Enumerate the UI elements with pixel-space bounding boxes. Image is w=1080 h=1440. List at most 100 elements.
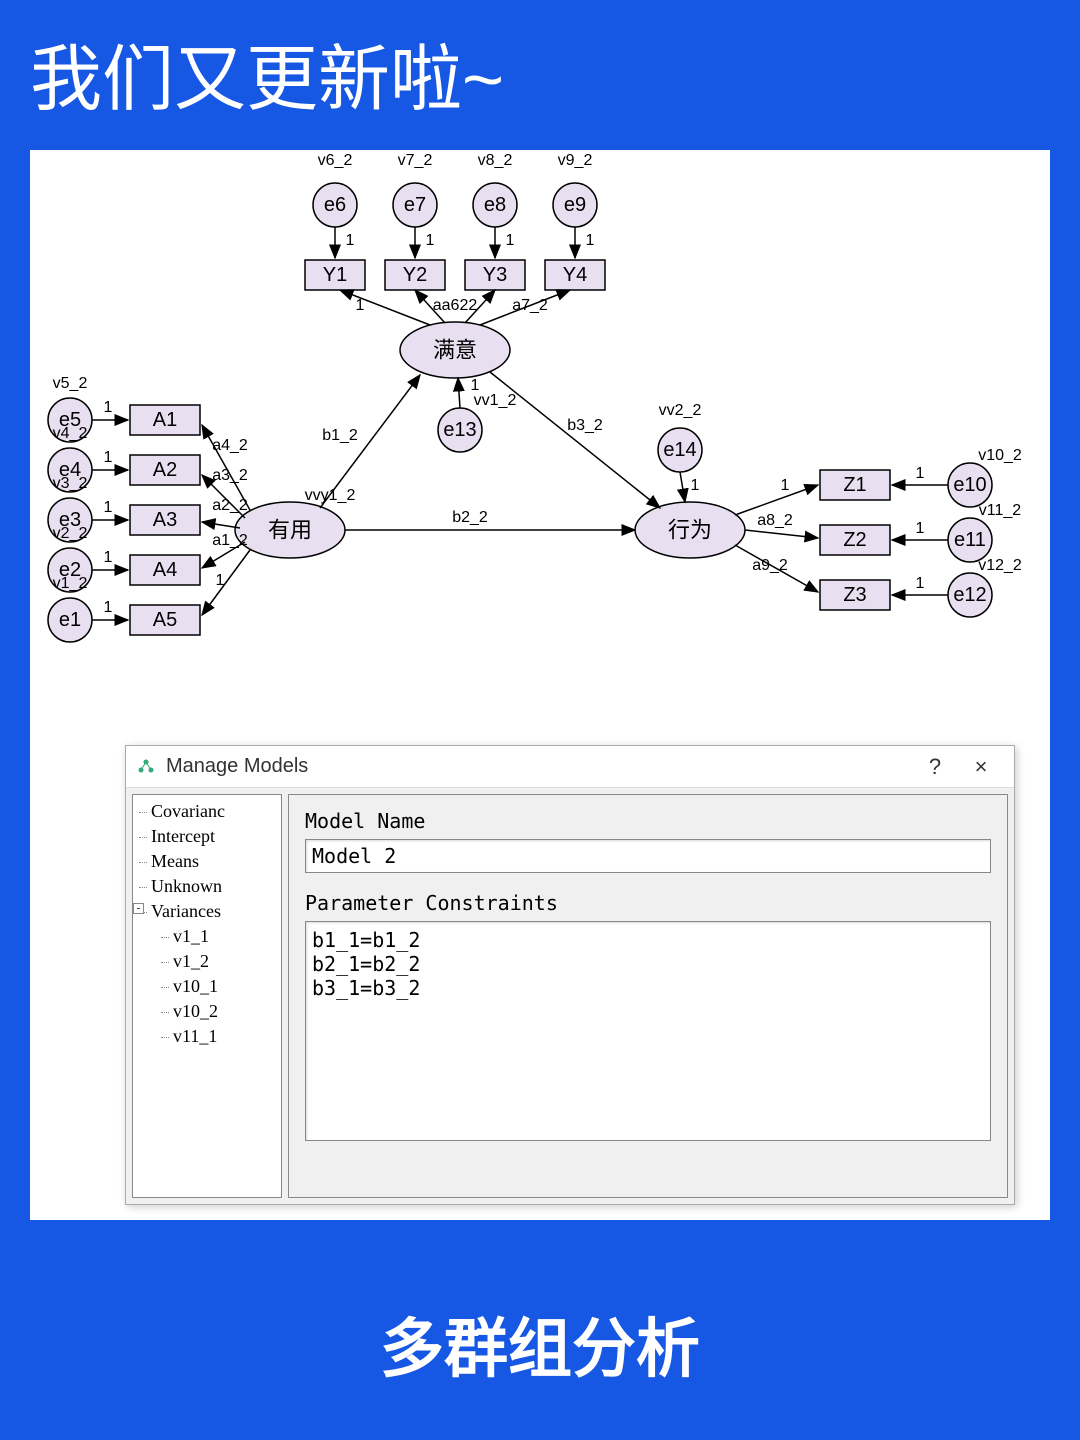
- svg-text:A2: A2: [153, 459, 177, 481]
- observed-A3[interactable]: A3: [130, 505, 200, 535]
- sem-diagram: e6 v6_2 e7 v7_2 e8 v8_2 e9 v9_2 1: [30, 150, 1050, 730]
- error-e12[interactable]: e12v12_2: [948, 557, 1022, 617]
- svg-text:1: 1: [916, 520, 925, 537]
- svg-text:v2_2: v2_2: [53, 525, 88, 542]
- svg-text:Z2: Z2: [843, 529, 866, 551]
- svg-text:a9_2: a9_2: [752, 557, 788, 574]
- page-header: 我们又更新啦~: [0, 0, 1080, 150]
- observed-Z1[interactable]: Z1: [820, 470, 890, 500]
- svg-text:a4_2: a4_2: [212, 437, 248, 454]
- svg-text:v10_2: v10_2: [978, 447, 1022, 464]
- svg-text:1: 1: [691, 477, 700, 494]
- tree-item[interactable]: Intercept: [133, 824, 281, 849]
- svg-text:vv2_2: vv2_2: [659, 402, 702, 419]
- svg-text:v8_2: v8_2: [478, 152, 513, 169]
- collapse-icon[interactable]: -: [133, 903, 144, 914]
- close-button[interactable]: ×: [958, 746, 1004, 788]
- tree-item[interactable]: v11_1: [133, 1024, 281, 1049]
- observed-A4[interactable]: A4: [130, 555, 200, 585]
- svg-text:1: 1: [471, 377, 480, 394]
- error-e9[interactable]: e9 v9_2: [553, 152, 597, 227]
- svg-text:Y1: Y1: [323, 264, 347, 286]
- svg-text:v7_2: v7_2: [398, 152, 433, 169]
- observed-A1[interactable]: A1: [130, 405, 200, 435]
- svg-text:1: 1: [104, 399, 113, 416]
- error-e7[interactable]: e7 v7_2: [393, 152, 437, 227]
- svg-text:a1_2: a1_2: [212, 532, 248, 549]
- tree-item[interactable]: v1_2: [133, 949, 281, 974]
- svg-text:Z3: Z3: [843, 584, 866, 606]
- help-button[interactable]: ?: [912, 746, 958, 788]
- svg-text:Y3: Y3: [483, 264, 507, 286]
- tree-item[interactable]: v1_1: [133, 924, 281, 949]
- svg-text:b3_2: b3_2: [567, 417, 603, 434]
- model-form: Model Name Parameter Constraints: [288, 794, 1008, 1198]
- svg-text:1: 1: [104, 549, 113, 566]
- observed-Y3[interactable]: Y3: [465, 260, 525, 290]
- svg-text:e11: e11: [954, 529, 986, 551]
- svg-text:1: 1: [916, 575, 925, 592]
- svg-text:v6_2: v6_2: [318, 152, 353, 169]
- error-e10[interactable]: e10 v10_2: [948, 447, 1022, 507]
- page-footer: 多群组分析: [140, 1273, 940, 1415]
- error-e11[interactable]: e11 v11_2: [948, 502, 1021, 562]
- svg-text:A4: A4: [153, 559, 177, 581]
- model-tree[interactable]: Covarianc Intercept Means Unknown -Varia…: [132, 794, 282, 1198]
- dialog-title: Manage Models: [166, 755, 308, 778]
- header-title: 我们又更新啦~: [30, 40, 504, 120]
- svg-text:e10: e10: [953, 474, 986, 496]
- svg-text:Z1: Z1: [843, 474, 866, 496]
- error-e6[interactable]: e6 v6_2: [313, 152, 357, 227]
- observed-A2[interactable]: A2: [130, 455, 200, 485]
- svg-text:Y2: Y2: [403, 264, 427, 286]
- svg-text:1: 1: [916, 465, 925, 482]
- svg-text:1: 1: [586, 232, 595, 249]
- observed-Z2[interactable]: Z2: [820, 525, 890, 555]
- svg-text:v5_2: v5_2: [53, 375, 88, 392]
- svg-text:有用: 有用: [268, 518, 312, 543]
- tree-item-variances[interactable]: -Variances: [133, 899, 281, 924]
- latent-useful[interactable]: 有用 vvy1_2: [235, 487, 355, 558]
- observed-Z3[interactable]: Z3: [820, 580, 890, 610]
- svg-text:vv1_2: vv1_2: [474, 392, 517, 409]
- latent-satisfy[interactable]: 满意: [400, 322, 510, 378]
- tree-item[interactable]: v10_2: [133, 999, 281, 1024]
- error-e1[interactable]: e1v1_2: [48, 575, 92, 642]
- model-name-input[interactable]: [305, 839, 991, 873]
- svg-text:1: 1: [104, 449, 113, 466]
- observed-Y2[interactable]: Y2: [385, 260, 445, 290]
- svg-text:a3_2: a3_2: [212, 467, 248, 484]
- svg-text:A5: A5: [153, 609, 177, 631]
- svg-text:v3_2: v3_2: [53, 475, 88, 492]
- svg-text:A3: A3: [153, 509, 177, 531]
- observed-A5[interactable]: A5: [130, 605, 200, 635]
- error-e8[interactable]: e8 v8_2: [473, 152, 517, 227]
- svg-text:e8: e8: [484, 194, 506, 216]
- observed-Y1[interactable]: Y1: [305, 260, 365, 290]
- svg-text:1: 1: [506, 232, 515, 249]
- svg-text:e6: e6: [324, 194, 346, 216]
- tree-item[interactable]: Unknown: [133, 874, 281, 899]
- svg-text:1: 1: [104, 499, 113, 516]
- manage-models-dialog: Manage Models ? × Covarianc Intercept Me…: [125, 745, 1015, 1205]
- tree-item[interactable]: v10_1: [133, 974, 281, 999]
- svg-text:aa622: aa622: [433, 297, 478, 314]
- svg-text:e12: e12: [953, 584, 986, 606]
- svg-text:1: 1: [104, 599, 113, 616]
- tree-item[interactable]: Means: [133, 849, 281, 874]
- svg-text:v11_2: v11_2: [979, 502, 1022, 519]
- svg-text:a7_2: a7_2: [512, 297, 548, 314]
- tree-item[interactable]: Covarianc: [133, 799, 281, 824]
- latent-behavior[interactable]: 行为: [635, 502, 745, 558]
- constraints-textarea[interactable]: [305, 921, 991, 1141]
- svg-text:行为: 行为: [668, 518, 712, 543]
- svg-text:1: 1: [426, 232, 435, 249]
- error-e14[interactable]: e14 vv2_2: [658, 402, 702, 472]
- error-e13[interactable]: e13 vv1_2: [438, 392, 516, 452]
- constraints-label: Parameter Constraints: [305, 891, 991, 915]
- app-icon: [136, 757, 156, 777]
- dialog-titlebar[interactable]: Manage Models ? ×: [126, 746, 1014, 788]
- observed-Y4[interactable]: Y4: [545, 260, 605, 290]
- svg-text:b2_2: b2_2: [452, 509, 488, 526]
- svg-text:a8_2: a8_2: [757, 512, 793, 529]
